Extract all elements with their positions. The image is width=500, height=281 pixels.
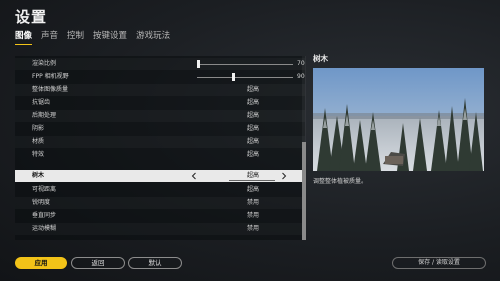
- apply-button[interactable]: 应用: [15, 257, 67, 269]
- setting-label: 锐明度: [32, 199, 51, 206]
- render-scale-slider-track[interactable]: [197, 63, 293, 65]
- setting-value: 超高: [246, 112, 259, 119]
- preview-image: [313, 68, 484, 171]
- setting-label: 整体图像质量: [32, 86, 69, 93]
- fov-slider-handle[interactable]: [232, 73, 235, 81]
- setting-value: 超高: [246, 125, 259, 132]
- setting-value: 超高: [246, 99, 259, 106]
- setting-row-render-scale[interactable]: 渲染比例 70: [15, 58, 305, 70]
- setting-value: 禁用: [246, 199, 259, 206]
- setting-label: 可视距离: [32, 186, 57, 193]
- setting-row-motion-blur[interactable]: 运动模糊 禁用: [15, 223, 305, 235]
- setting-label: FPP 相机视野: [32, 73, 69, 80]
- setting-row-post-processing[interactable]: 后期处理 超高: [15, 110, 305, 122]
- setting-row-vsync[interactable]: 垂直同步 禁用: [15, 210, 305, 222]
- tab-graphics[interactable]: 图像: [15, 29, 33, 45]
- setting-row-effects[interactable]: 特效 超高: [15, 149, 305, 161]
- render-scale-slider-handle[interactable]: [197, 60, 200, 68]
- setting-value: 禁用: [246, 212, 259, 219]
- tab-gameplay[interactable]: 游戏玩法: [136, 29, 170, 45]
- setting-value: 禁用: [246, 225, 259, 232]
- tab-keybindings[interactable]: 按键设置: [93, 29, 127, 45]
- setting-label: 渲染比例: [32, 60, 57, 67]
- save-load-settings-button[interactable]: 保存 / 读取设置: [392, 257, 486, 269]
- setting-row-overall-quality[interactable]: 整体图像质量 超高: [15, 84, 305, 96]
- setting-row-textures[interactable]: 材质 超高: [15, 136, 305, 148]
- info-title: 树木: [313, 54, 328, 63]
- settings-list: 渲染比例 70 FPP 相机视野 90 整体图像质量 超高 抗锯齿 超高 后期处…: [15, 56, 305, 240]
- setting-row-view-distance[interactable]: 可视距离 超高: [15, 184, 305, 196]
- default-button[interactable]: 默认: [128, 257, 182, 269]
- tab-bar: 图像 声音 控制 按键设置 游戏玩法: [15, 29, 170, 45]
- page-title: 设置: [15, 8, 48, 26]
- setting-row-shadows[interactable]: 阴影 超高: [15, 123, 305, 135]
- settings-scrollbar[interactable]: [302, 56, 306, 240]
- back-button[interactable]: 返回: [71, 257, 125, 269]
- setting-label: 后期处理: [32, 112, 57, 119]
- setting-value: 超高: [246, 86, 259, 93]
- setting-label: 阴影: [32, 125, 45, 132]
- setting-value: 超高: [246, 151, 259, 158]
- tab-control[interactable]: 控制: [67, 29, 84, 45]
- fov-slider-track[interactable]: [197, 76, 293, 78]
- setting-row-sharpen[interactable]: 锐明度 禁用: [15, 197, 305, 209]
- setting-row-fpp-fov[interactable]: FPP 相机视野 90: [15, 71, 305, 83]
- setting-value: 超高: [246, 186, 259, 193]
- setting-label: 材质: [32, 138, 45, 145]
- setting-label: 运动模糊: [32, 225, 57, 232]
- option-indicator: [229, 180, 275, 181]
- setting-value: 超高: [246, 138, 259, 145]
- setting-label: 垂直同步: [32, 212, 57, 219]
- setting-label: 树木: [32, 172, 45, 179]
- setting-label: 抗锯齿: [32, 99, 51, 106]
- info-description: 调整整体植被质量。: [313, 178, 368, 185]
- setting-row-antialiasing[interactable]: 抗锯齿 超高: [15, 97, 305, 109]
- setting-row-foliage[interactable]: 树木 超高: [15, 170, 305, 182]
- tab-sound[interactable]: 声音: [41, 29, 58, 45]
- setting-label: 特效: [32, 151, 45, 158]
- scrollbar-thumb[interactable]: [302, 142, 306, 240]
